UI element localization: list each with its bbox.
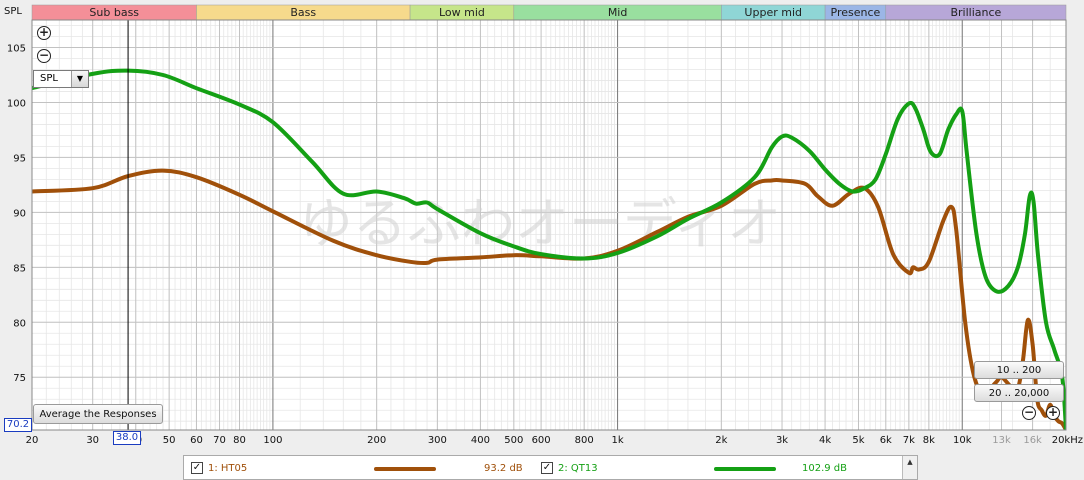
zoom-out-icon[interactable]: −	[37, 49, 51, 63]
x-tick-label-23: 13k	[992, 435, 1011, 446]
chevron-down-icon[interactable]: ▼	[71, 71, 88, 87]
spl-dropdown[interactable]: SPL ▼	[33, 70, 89, 88]
band-label-3: Mid	[608, 6, 628, 19]
band-label-4: Upper mid	[744, 6, 802, 19]
cursor-frequency-readout: 38.0	[113, 431, 141, 445]
x-tick-label-0: 20	[26, 435, 39, 446]
legend-swatch-qt13	[714, 467, 776, 471]
y-tick-label-0: 75	[13, 373, 26, 384]
legend-checkbox-ht05[interactable]: ✓	[191, 462, 203, 474]
legend-level-qt13: 102.9 dB	[802, 463, 848, 474]
x-tick-label-6: 80	[233, 435, 246, 446]
x-tick-label-20: 7k	[903, 435, 915, 446]
x-tick-label-12: 600	[532, 435, 551, 446]
watermark: ゆるふわオーディオ	[299, 192, 781, 255]
x-tick-label-10: 400	[471, 435, 490, 446]
band-label-5: Presence	[831, 6, 881, 19]
spl-axis-label: SPL	[4, 6, 22, 17]
x-tick-label-25: 20kHz	[1052, 435, 1083, 446]
zoom-out-icon[interactable]: −	[1022, 406, 1036, 420]
legend-swatch-ht05	[374, 467, 436, 471]
x-tick-label-19: 6k	[880, 435, 892, 446]
band-label-1: Bass	[290, 6, 316, 19]
x-tick-label-1: 30	[86, 435, 99, 446]
zoom-in-icon[interactable]: +	[37, 26, 51, 40]
x-tick-label-4: 60	[190, 435, 203, 446]
x-tick-label-16: 3k	[776, 435, 788, 446]
y-tick-label-6: 105	[7, 43, 26, 54]
x-tick-label-3: 50	[163, 435, 176, 446]
x-tick-label-5: 70	[213, 435, 226, 446]
x-tick-label-13: 800	[575, 435, 594, 446]
y-tick-label-1: 80	[13, 318, 26, 329]
y-tick-label-4: 95	[13, 153, 26, 164]
x-tick-label-11: 500	[504, 435, 523, 446]
y-tick-label-2: 85	[13, 263, 26, 274]
legend-label-ht05: 1: HT05	[208, 463, 248, 474]
x-tick-label-18: 5k	[852, 435, 864, 446]
legend-checkbox-qt13[interactable]: ✓	[541, 462, 553, 474]
legend-level-ht05: 93.2 dB	[484, 463, 523, 474]
x-tick-label-7: 100	[263, 435, 282, 446]
x-tick-label-17: 4k	[819, 435, 831, 446]
x-tick-label-14: 1k	[612, 435, 624, 446]
band-label-2: Low mid	[439, 6, 485, 19]
x-tick-label-24: 16k	[1023, 435, 1042, 446]
x-tick-label-9: 300	[428, 435, 447, 446]
zoom-in-icon[interactable]: +	[1046, 406, 1060, 420]
y-tick-label-5: 100	[7, 98, 26, 109]
x-tick-label-21: 8k	[923, 435, 935, 446]
legend-label-qt13: 2: QT13	[558, 463, 598, 474]
legend-scrollbar[interactable]: ▲	[902, 456, 917, 479]
cursor-level-readout: 70.2	[4, 418, 32, 432]
band-label-0: Sub bass	[89, 6, 139, 19]
scroll-up-icon[interactable]: ▲	[907, 458, 912, 466]
x-tick-label-8: 200	[367, 435, 386, 446]
x-tick-label-15: 2k	[715, 435, 727, 446]
range-10-200-button[interactable]: 10 .. 200	[974, 361, 1064, 379]
y-tick-label-3: 90	[13, 208, 26, 219]
legend-table: ✓ 1: HT05 93.2 dB ✓ 2: QT13 102.9 dB ▲	[183, 455, 918, 480]
spl-dropdown-value: SPL	[40, 73, 58, 84]
x-tick-label-22: 10k	[953, 435, 972, 446]
range-20-20000-button[interactable]: 20 .. 20,000	[974, 384, 1064, 402]
average-responses-button[interactable]: Average the Responses	[33, 404, 163, 424]
band-label-6: Brilliance	[950, 6, 1001, 19]
